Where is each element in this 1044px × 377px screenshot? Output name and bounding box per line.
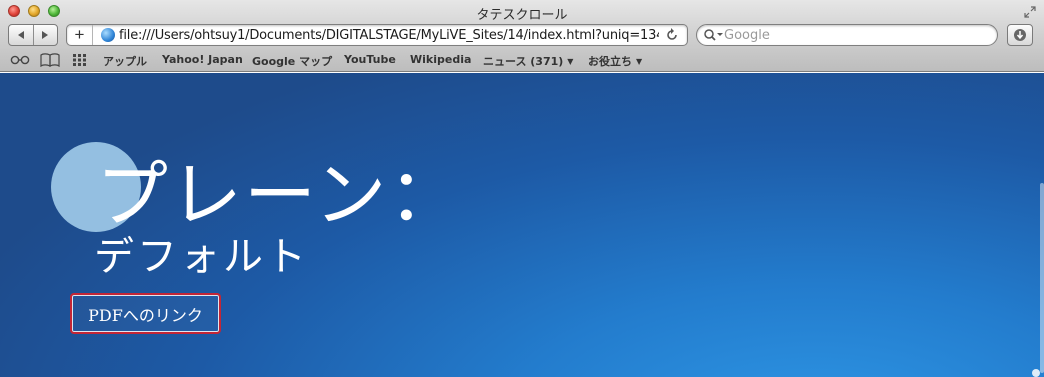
downloads-button[interactable] (1007, 24, 1033, 46)
search-field[interactable] (696, 24, 998, 46)
reload-icon[interactable] (665, 27, 679, 43)
page-title: プレーン： (96, 153, 463, 237)
page-content: プレーン： デフォルト PDFへのリンク (0, 73, 1044, 377)
address-bar[interactable]: + file:///Users/ohtsuy1/Documents/DIGITA… (66, 24, 688, 46)
bookmark-label: アップル (103, 55, 147, 68)
back-button[interactable] (9, 25, 33, 45)
bookmark-label: YouTube (344, 53, 396, 66)
url-text[interactable]: file:///Users/ohtsuy1/Documents/DIGITALS… (119, 28, 659, 43)
reading-list-icon[interactable] (10, 53, 32, 67)
bookmark-item-google-maps[interactable]: Google マップ (252, 53, 332, 69)
browser-window: タテスクロール + file:///Users/ohtsuy1/Document… (0, 0, 1044, 377)
bookmark-label: Yahoo! Japan (162, 53, 243, 66)
scrollbar[interactable] (1040, 183, 1044, 373)
chevron-down-icon: ▼ (567, 57, 574, 66)
page-subtitle: デフォルト (94, 234, 309, 280)
scroll-indicator-dot (1032, 369, 1040, 377)
back-forward-group (8, 24, 58, 46)
chevron-down-icon: ▼ (636, 57, 643, 66)
back-arrow-icon (17, 31, 24, 39)
bookmark-folder-news[interactable]: ニュース (371) ▼ (483, 53, 573, 69)
bookmarks-book-icon[interactable] (40, 53, 60, 68)
bookmark-item-youtube[interactable]: YouTube (344, 53, 396, 66)
bookmark-item-wikipedia[interactable]: Wikipedia (410, 53, 471, 66)
search-input[interactable] (724, 27, 984, 43)
bookmark-label: お役立ち (588, 55, 632, 68)
toolbar: + file:///Users/ohtsuy1/Documents/DIGITA… (0, 24, 1044, 48)
bookmark-item-apple[interactable]: アップル (103, 53, 147, 69)
download-icon (1014, 29, 1026, 41)
search-icon[interactable] (703, 28, 725, 42)
bookmark-item-yahoo-japan[interactable]: Yahoo! Japan (162, 53, 243, 66)
fullscreen-icon[interactable] (1024, 5, 1036, 18)
forward-arrow-icon (42, 31, 49, 39)
browser-chrome: タテスクロール + file:///Users/ohtsuy1/Document… (0, 0, 1044, 72)
bookmark-folder-useful[interactable]: お役立ち ▼ (588, 53, 642, 69)
window-title: タテスクロール (476, 8, 568, 23)
forward-button[interactable] (32, 25, 58, 45)
title-bar: タテスクロール (0, 0, 1044, 23)
add-bookmark-button[interactable]: + (67, 25, 93, 45)
bookmarks-bar: アップル Yahoo! Japan Google マップ YouTube Wik… (0, 50, 1044, 70)
bookmark-label: ニュース (371) (483, 55, 564, 68)
bookmark-label: Wikipedia (410, 53, 472, 66)
pdf-link-button[interactable]: PDFへのリンク (70, 293, 221, 334)
globe-icon (101, 28, 115, 42)
top-sites-grid-icon[interactable] (72, 53, 88, 67)
bookmark-label: Google マップ (252, 55, 333, 68)
